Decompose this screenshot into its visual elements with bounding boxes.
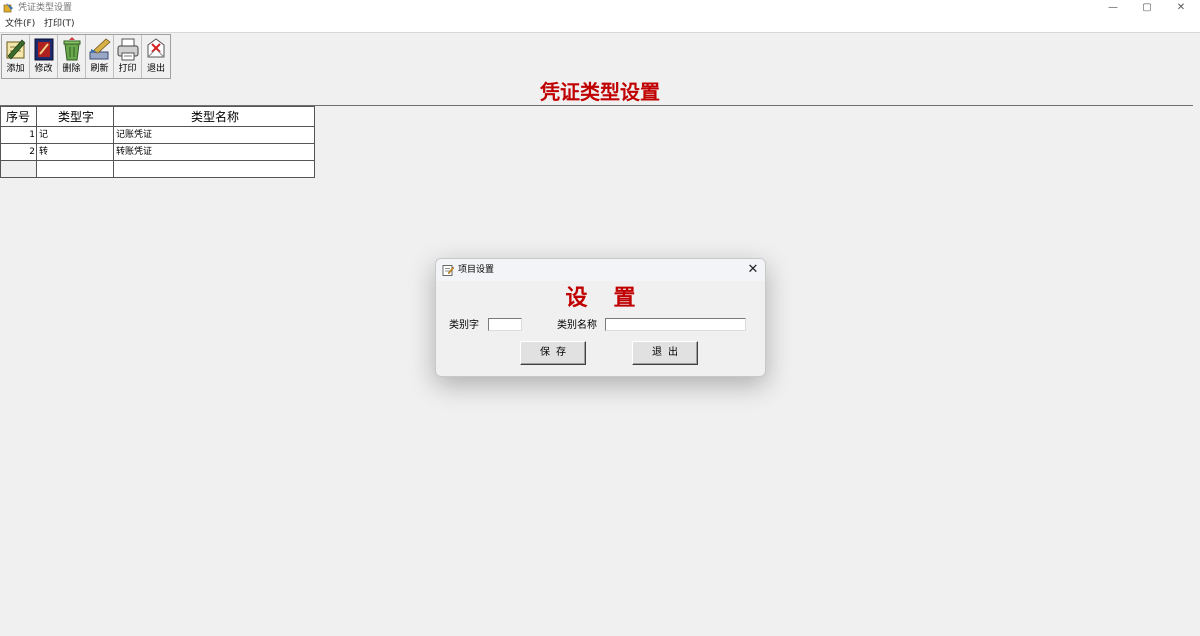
dialog-close-icon[interactable]: ✕	[745, 261, 761, 279]
refresh-icon	[89, 38, 111, 60]
column-header-index[interactable]: 序号	[0, 106, 37, 127]
cell-name[interactable]: 记账凭证	[113, 126, 315, 144]
column-header-code[interactable]: 类型字	[36, 106, 114, 127]
table-row[interactable]: 1 记 记账凭证	[0, 126, 315, 144]
edit-icon	[34, 38, 54, 61]
dialog-heading: 设置	[565, 285, 662, 311]
cell-code[interactable]	[36, 160, 114, 178]
exit-icon	[147, 38, 165, 58]
toolbar: 添加 修改 删除 刷新 打印 退出	[1, 34, 171, 79]
exit-button[interactable]: 退出	[142, 35, 170, 78]
menu-file[interactable]: 文件(F)	[5, 18, 35, 30]
row-index: 2	[0, 143, 37, 161]
name-input[interactable]	[605, 318, 746, 331]
dialog-title: 项目设置	[458, 265, 495, 275]
dialog-titlebar[interactable]: 项目设置 ✕	[436, 259, 765, 281]
voucher-type-grid: 序号 类型字 类型名称 1 记 记账凭证 2 转 转账凭证	[0, 106, 315, 178]
refresh-button[interactable]: 刷新	[86, 35, 114, 78]
refresh-label: 刷新	[90, 64, 109, 74]
delete-icon	[63, 37, 81, 61]
row-index: 1	[0, 126, 37, 144]
edit-label: 修改	[34, 64, 53, 74]
cell-code[interactable]: 转	[36, 143, 114, 161]
cell-code[interactable]: 记	[36, 126, 114, 144]
print-button[interactable]: 打印	[114, 35, 142, 78]
window-title: 凭证类型设置	[18, 3, 73, 13]
menu-print[interactable]: 打印(T)	[44, 18, 75, 30]
grid-header-row: 序号 类型字 类型名称	[0, 106, 315, 127]
code-label: 类别字	[449, 320, 479, 331]
window-titlebar: 凭证类型设置 — ▢ ✕	[0, 0, 1200, 16]
menu-bar: 文件(F) 打印(T)	[0, 16, 1200, 33]
add-icon	[6, 39, 26, 60]
table-row-new[interactable]	[0, 160, 315, 178]
page-title: 凭证类型设置	[540, 80, 660, 104]
delete-button[interactable]: 删除	[58, 35, 86, 78]
name-label: 类别名称	[557, 320, 597, 331]
cell-name[interactable]	[113, 160, 315, 178]
cell-name[interactable]: 转账凭证	[113, 143, 315, 161]
print-label: 打印	[118, 64, 137, 74]
app-icon	[3, 3, 13, 13]
minimize-button[interactable]: —	[1096, 0, 1130, 16]
exit-label: 退出	[146, 64, 165, 74]
row-index	[0, 160, 37, 178]
save-button[interactable]: 保存	[520, 341, 586, 365]
item-settings-dialog: 项目设置 ✕ 设置 类别字 类别名称 保存 退出	[435, 258, 766, 377]
close-window-button[interactable]: ✕	[1164, 0, 1198, 16]
notepad-icon	[442, 265, 454, 276]
edit-button[interactable]: 修改	[30, 35, 58, 78]
exit-dialog-button[interactable]: 退出	[632, 341, 698, 365]
add-label: 添加	[6, 64, 25, 74]
column-header-name[interactable]: 类型名称	[113, 106, 315, 127]
print-icon	[117, 38, 139, 61]
table-row[interactable]: 2 转 转账凭证	[0, 143, 315, 161]
code-input[interactable]	[488, 318, 522, 331]
restore-button[interactable]: ▢	[1130, 0, 1164, 16]
delete-label: 删除	[62, 64, 81, 74]
add-button[interactable]: 添加	[2, 35, 30, 78]
